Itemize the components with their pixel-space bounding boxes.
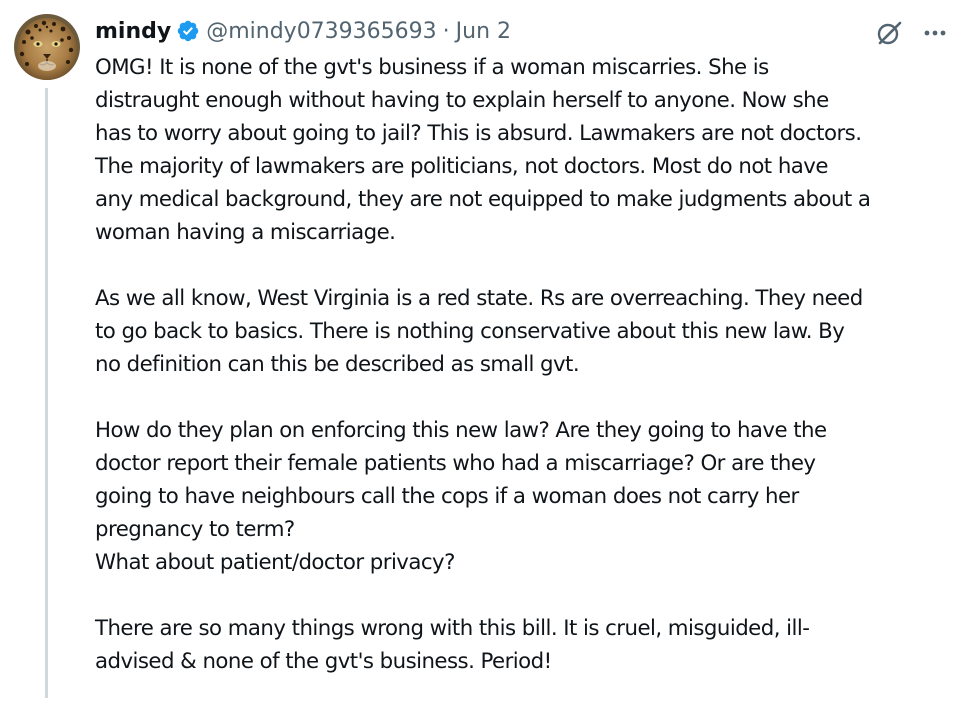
leopard-avatar-image	[14, 14, 80, 80]
tweet-line: OMG! It is none of the gvt's business if…	[95, 55, 769, 80]
tweet-line: woman having a miscarriage.	[95, 220, 396, 245]
tweet-paragraph: OMG! It is none of the gvt's business if…	[95, 51, 975, 249]
tweet-paragraph: There are so many things wrong with this…	[95, 612, 975, 678]
tweet-line: doctor report their female patients who …	[95, 451, 816, 476]
separator-dot: ·	[442, 18, 450, 44]
tweet-line: pregnancy to term?	[95, 517, 295, 542]
tweet-paragraph: As we all know, West Virginia is a red s…	[95, 282, 975, 381]
tweet-line: distraught enough without having to expl…	[95, 88, 829, 113]
tweet-line: How do they plan on enforcing this new l…	[95, 418, 827, 443]
tweet-line: no definition can this be described as s…	[95, 352, 580, 377]
tweet-line: What about patient/doctor privacy?	[95, 550, 455, 575]
grok-icon[interactable]	[875, 19, 903, 47]
tweet-line: to go back to basics. There is nothing c…	[95, 319, 845, 344]
author-name[interactable]: mindy	[95, 19, 171, 44]
tweet-line: going to have neighbours call the cops i…	[95, 484, 799, 509]
avatar[interactable]	[14, 14, 80, 80]
tweet-header: mindy @mindy0739365693 · Jun 2	[95, 14, 511, 48]
tweet-line: The majority of lawmakers are politician…	[95, 154, 828, 179]
verified-badge-icon	[177, 20, 199, 42]
thread-line	[45, 88, 48, 698]
tweet-line: There are so many things wrong with this…	[95, 616, 810, 641]
tweet-line: any medical background, they are not equ…	[95, 187, 871, 212]
tweet-line: As we all know, West Virginia is a red s…	[95, 286, 863, 311]
tweet-line: has to worry about going to jail? This i…	[95, 121, 862, 146]
tweet-date[interactable]: Jun 2	[456, 19, 511, 44]
more-icon[interactable]	[920, 18, 950, 48]
tweet-text: OMG! It is none of the gvt's business if…	[95, 51, 975, 711]
tweet-paragraph: How do they plan on enforcing this new l…	[95, 414, 975, 579]
tweet-line: advised & none of the gvt's business. Pe…	[95, 649, 552, 674]
author-handle[interactable]: @mindy0739365693	[206, 19, 436, 44]
